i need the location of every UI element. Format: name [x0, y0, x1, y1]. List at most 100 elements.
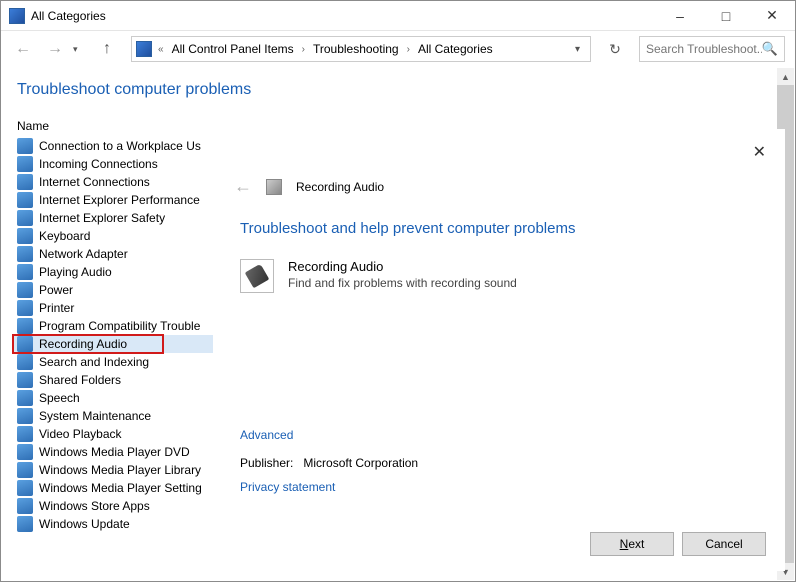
list-item-label: Windows Media Player DVD — [39, 445, 190, 459]
wizard-back-button[interactable]: ← — [234, 176, 252, 197]
list-item[interactable]: Internet Connections — [13, 173, 213, 191]
chevron-right-icon: › — [403, 44, 414, 55]
list-item[interactable]: Windows Store Apps — [13, 497, 213, 515]
list-item-label: Windows Media Player Library — [39, 463, 201, 477]
list-item-label: Incoming Connections — [39, 157, 158, 171]
control-panel-icon — [9, 8, 25, 24]
list-item[interactable]: Windows Update — [13, 515, 213, 533]
list-item-label: Playing Audio — [39, 265, 112, 279]
wizard-heading: Troubleshoot and help prevent computer p… — [240, 220, 758, 237]
list-item[interactable]: Video Playback — [13, 425, 213, 443]
list-item-label: Recording Audio — [39, 337, 127, 351]
privacy-link[interactable]: Privacy statement — [240, 480, 418, 494]
next-button[interactable]: Next — [590, 532, 674, 556]
troubleshooter-icon — [17, 480, 33, 496]
forward-button[interactable]: → — [41, 35, 69, 63]
wizard-body: Troubleshoot and help prevent computer p… — [240, 220, 758, 293]
wizard-buttons: Next Cancel — [590, 532, 766, 556]
minimize-button[interactable]: – — [657, 1, 703, 31]
list-item[interactable]: Recording Audio — [13, 335, 213, 353]
list-item[interactable]: Windows Media Player DVD — [13, 443, 213, 461]
list-item-label: Search and Indexing — [39, 355, 149, 369]
troubleshooter-icon — [17, 390, 33, 406]
list-item-label: Speech — [39, 391, 80, 405]
troubleshooter-icon — [17, 318, 33, 334]
list-item-label: Printer — [39, 301, 74, 315]
address-dropdown[interactable]: ▾ — [569, 44, 586, 55]
nav-bar: ← → ▾ ↑ « All Control Panel Items › Trou… — [1, 31, 795, 67]
control-panel-icon — [136, 41, 152, 57]
refresh-button[interactable]: ↻ — [601, 36, 629, 62]
troubleshooter-icon — [17, 282, 33, 298]
title-bar: All Categories – □ ✕ — [1, 1, 795, 31]
search-icon[interactable]: 🔍 — [762, 41, 778, 57]
troubleshooter-list: Connection to a Workplace Us Incoming Con… — [13, 137, 213, 533]
maximize-button[interactable]: □ — [703, 1, 749, 31]
list-item[interactable]: Program Compatibility Trouble — [13, 317, 213, 335]
list-item-label: Internet Explorer Safety — [39, 211, 165, 225]
troubleshooter-icon — [17, 210, 33, 226]
scroll-up-icon[interactable]: ▲ — [777, 68, 794, 85]
window-title: All Categories — [31, 9, 106, 23]
wizard-nav: ← Recording Audio — [234, 176, 384, 197]
overflow-chevron-icon[interactable]: « — [154, 44, 168, 55]
history-dropdown[interactable]: ▾ — [73, 44, 87, 55]
close-button[interactable]: ✕ — [749, 1, 795, 31]
list-item-label: Connection to a Workplace Us — [39, 139, 201, 153]
breadcrumb-seg-1[interactable]: All Control Panel Items — [170, 42, 296, 56]
list-item-label: Keyboard — [39, 229, 90, 243]
troubleshooter-icon — [17, 372, 33, 388]
wizard-close-button[interactable]: ✕ — [753, 142, 766, 162]
list-item[interactable]: Internet Explorer Performance — [13, 191, 213, 209]
search-box[interactable]: 🔍 — [639, 36, 785, 62]
address-bar[interactable]: « All Control Panel Items › Troubleshoot… — [131, 36, 591, 62]
list-item[interactable]: Windows Media Player Library — [13, 461, 213, 479]
chevron-right-icon: › — [298, 44, 309, 55]
page-heading: Troubleshoot computer problems — [17, 81, 779, 99]
troubleshooter-icon — [17, 336, 33, 352]
list-item[interactable]: Shared Folders — [13, 371, 213, 389]
list-item[interactable]: Power — [13, 281, 213, 299]
publisher-value: Microsoft Corporation — [303, 456, 418, 470]
troubleshooter-icon — [17, 264, 33, 280]
cancel-button[interactable]: Cancel — [682, 532, 766, 556]
list-item[interactable]: System Maintenance — [13, 407, 213, 425]
breadcrumb-seg-2[interactable]: Troubleshooting — [311, 42, 401, 56]
list-item[interactable]: Connection to a Workplace Us — [13, 137, 213, 155]
wizard-item-title: Recording Audio — [288, 259, 517, 274]
troubleshooter-icon — [17, 444, 33, 460]
troubleshooter-icon — [17, 462, 33, 478]
list-item[interactable]: Search and Indexing — [13, 353, 213, 371]
list-item[interactable]: Keyboard — [13, 227, 213, 245]
list-item[interactable]: Network Adapter — [13, 245, 213, 263]
microphone-icon — [240, 259, 274, 293]
troubleshooter-icon — [266, 179, 282, 195]
search-input[interactable] — [646, 42, 762, 56]
list-item-label: Power — [39, 283, 73, 297]
troubleshooter-icon — [17, 354, 33, 370]
list-item[interactable]: Playing Audio — [13, 263, 213, 281]
troubleshooter-icon — [17, 246, 33, 262]
list-item-label: Video Playback — [39, 427, 122, 441]
back-button[interactable]: ← — [9, 35, 37, 63]
window-controls: – □ ✕ — [657, 1, 795, 31]
list-item-label: System Maintenance — [39, 409, 151, 423]
breadcrumb-seg-3[interactable]: All Categories — [416, 42, 495, 56]
list-item[interactable]: Windows Media Player Setting — [13, 479, 213, 497]
publisher-label: Publisher: — [240, 456, 293, 470]
list-item-label: Shared Folders — [39, 373, 121, 387]
list-item[interactable]: Speech — [13, 389, 213, 407]
wizard-item-desc: Find and fix problems with recording sou… — [288, 276, 517, 290]
up-button[interactable]: ↑ — [95, 37, 119, 61]
content-area: Troubleshoot computer problems Name — [1, 67, 795, 137]
troubleshooter-icon — [17, 174, 33, 190]
advanced-link[interactable]: Advanced — [240, 428, 418, 442]
list-item-label: Internet Connections — [39, 175, 150, 189]
wizard-dialog: ✕ ← Recording Audio Troubleshoot and hel… — [213, 129, 785, 571]
list-item-label: Network Adapter — [39, 247, 128, 261]
list-item[interactable]: Printer — [13, 299, 213, 317]
wizard-item[interactable]: Recording Audio Find and fix problems wi… — [240, 259, 758, 293]
list-item[interactable]: Incoming Connections — [13, 155, 213, 173]
list-item[interactable]: Internet Explorer Safety — [13, 209, 213, 227]
troubleshooter-icon — [17, 228, 33, 244]
